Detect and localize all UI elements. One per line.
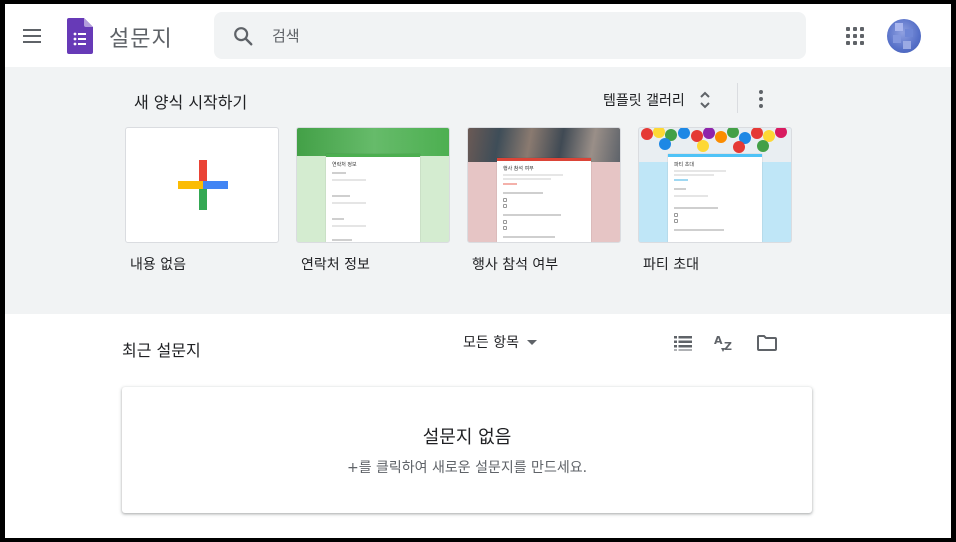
template-card-contact[interactable]: 연락처 정보 (296, 127, 450, 243)
template-gallery-button[interactable]: 템플릿 갤러리 (603, 87, 711, 113)
empty-state-title: 설문지 없음 (422, 427, 512, 448)
svg-text:A: A (714, 334, 723, 347)
owner-filter-dropdown[interactable]: 모든 항목 (463, 332, 539, 352)
contact-header-image (297, 128, 449, 156)
empty-state-card: 설문지 없음 +를 클릭하여 새로운 설문지를 만드세요. (122, 387, 812, 513)
template-doc-preview: 행사 참석 여부 (497, 158, 591, 242)
template-doc-preview: 연락처 정보 (326, 154, 420, 242)
owner-filter-label: 모든 항목 (463, 335, 519, 351)
template-section: 새 양식 시작하기 템플릿 갤러리 내용 없음 연락처 정보 연락처 정보 행사… (5, 67, 951, 314)
app-title[interactable]: 설문지 (109, 21, 173, 53)
dropdown-arrow-icon (526, 340, 537, 345)
empty-state-subtitle: +를 클릭하여 새로운 설문지를 만드세요. (346, 460, 588, 476)
template-label-contact[interactable]: 연락처 정보 (301, 254, 370, 274)
template-card-event[interactable]: 행사 참석 여부 (467, 127, 621, 243)
app-window: 설문지 새 양식 시작하기 템플릿 갤러리 (5, 4, 951, 538)
svg-text:Z: Z (724, 340, 732, 353)
template-doc-preview: 파티 초대 (668, 154, 762, 242)
folder-icon[interactable] (755, 331, 779, 355)
event-header-image (468, 128, 620, 162)
template-doc-title: 파티 초대 (674, 162, 694, 168)
template-card-blank[interactable] (125, 127, 279, 243)
sort-az-icon[interactable]: A Z (713, 331, 737, 355)
google-apps-icon[interactable] (843, 24, 867, 48)
forms-logo-icon[interactable] (67, 18, 93, 54)
main-menu-icon[interactable] (20, 24, 44, 48)
new-form-heading: 새 양식 시작하기 (134, 93, 248, 112)
template-label-blank[interactable]: 내용 없음 (130, 254, 186, 274)
list-view-icon[interactable] (671, 331, 695, 355)
more-options-icon[interactable] (753, 86, 769, 112)
search-bar[interactable] (214, 12, 806, 59)
template-label-event[interactable]: 행사 참석 여부 (472, 254, 558, 274)
plus-icon (178, 160, 228, 210)
template-gallery-label: 템플릿 갤러리 (603, 93, 685, 109)
recent-forms-heading: 최근 설문지 (122, 341, 201, 360)
divider (737, 83, 738, 113)
template-card-party[interactable]: 파티 초대 (638, 127, 792, 243)
search-input[interactable] (272, 12, 772, 59)
unfold-icon (700, 91, 710, 109)
account-avatar[interactable] (887, 19, 921, 53)
top-bar: 설문지 (5, 4, 951, 67)
template-doc-title: 행사 참석 여부 (503, 166, 534, 172)
template-doc-title: 연락처 정보 (332, 162, 357, 168)
template-label-party[interactable]: 파티 초대 (643, 254, 699, 274)
search-icon[interactable] (232, 25, 254, 47)
